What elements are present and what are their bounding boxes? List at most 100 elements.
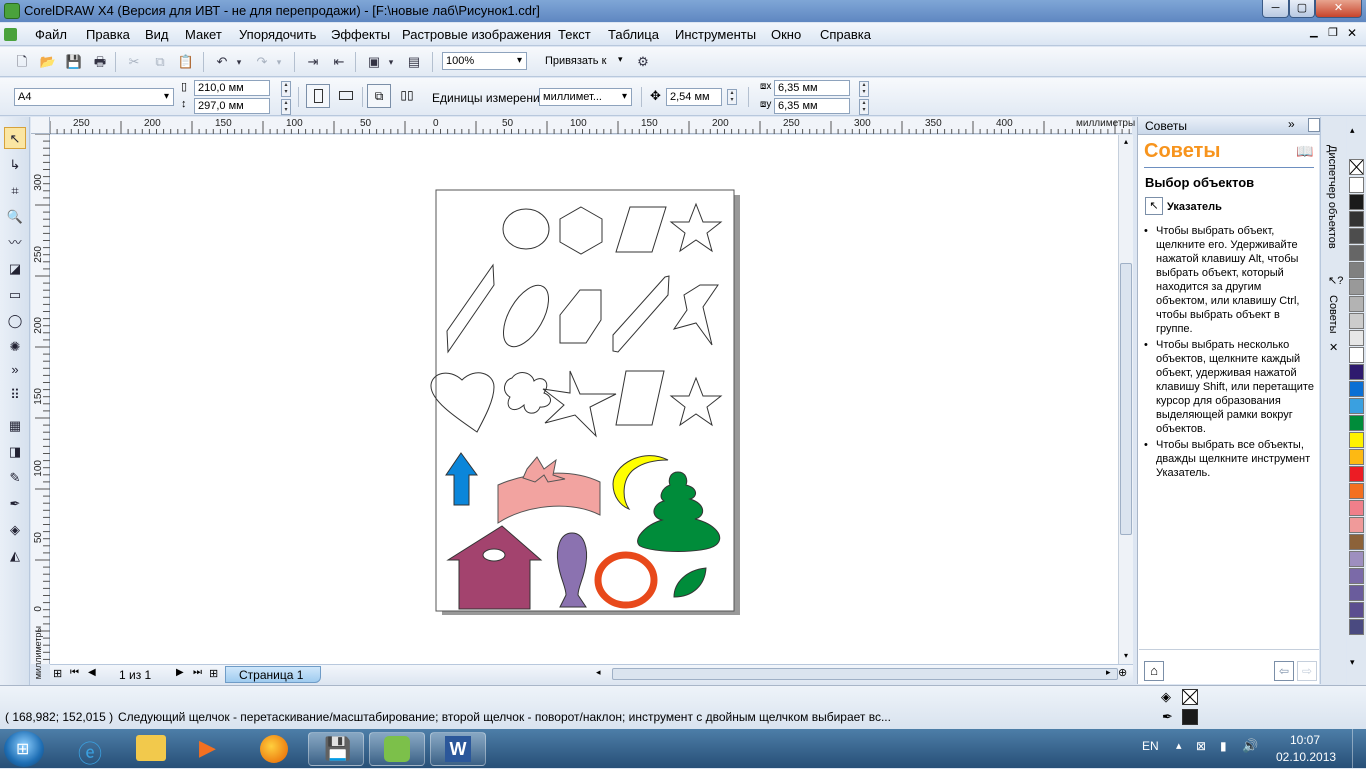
- height-spinner[interactable]: ▴ ▾: [281, 99, 291, 115]
- palette-up-icon[interactable]: ▴: [1350, 125, 1355, 136]
- ellipse-tool-icon[interactable]: ◯: [4, 310, 26, 332]
- menu-effects[interactable]: Эффекты: [331, 27, 390, 42]
- color-swatch[interactable]: [1349, 211, 1364, 227]
- paste-icon[interactable]: 📋: [176, 52, 196, 72]
- scroll-down-icon[interactable]: ▾: [1119, 649, 1133, 663]
- color-swatch[interactable]: [1349, 585, 1364, 601]
- interactive-blend-tool-icon[interactable]: ◨: [4, 441, 26, 463]
- rectangle-tool-icon[interactable]: ▭: [4, 284, 26, 306]
- color-swatch[interactable]: [1349, 551, 1364, 567]
- color-swatch[interactable]: [1349, 602, 1364, 618]
- minimize-button[interactable]: ─: [1262, 0, 1289, 18]
- cut-icon[interactable]: ✂: [124, 52, 144, 72]
- color-swatch[interactable]: [1349, 279, 1364, 295]
- start-button[interactable]: ⊞: [4, 731, 44, 767]
- doc-restore-icon[interactable]: ❐: [1328, 26, 1338, 39]
- more-tools-icon[interactable]: »: [4, 359, 26, 381]
- color-swatch[interactable]: [1349, 177, 1364, 193]
- menu-edit[interactable]: Правка: [86, 27, 130, 42]
- network-status-icon[interactable]: ▮: [1220, 739, 1227, 753]
- outline-color-indicator[interactable]: [1182, 709, 1198, 725]
- color-swatch[interactable]: [1349, 449, 1364, 465]
- taskbar-ie[interactable]: ⓔ: [64, 732, 120, 768]
- import-icon[interactable]: ⇥: [303, 52, 323, 72]
- color-swatch[interactable]: [1349, 347, 1364, 363]
- previous-page-icon[interactable]: ◀: [88, 667, 96, 678]
- outline-tool-icon[interactable]: ✒: [4, 493, 26, 515]
- taskbar-explorer[interactable]: [124, 732, 180, 766]
- color-swatch[interactable]: [1349, 534, 1364, 550]
- export-icon[interactable]: ⇤: [329, 52, 349, 72]
- landscape-button[interactable]: [334, 84, 358, 108]
- language-indicator[interactable]: EN: [1142, 739, 1159, 753]
- scroll-right-icon[interactable]: ▸: [1106, 667, 1111, 678]
- collapse-docker-icon[interactable]: »: [1288, 117, 1295, 131]
- last-page-icon[interactable]: ⏭: [193, 667, 202, 678]
- menu-tools[interactable]: Инструменты: [675, 27, 756, 42]
- undo-dropdown-icon[interactable]: ▾: [233, 52, 245, 72]
- back-arrow-icon[interactable]: ⇦: [1274, 661, 1294, 681]
- color-swatch[interactable]: [1349, 364, 1364, 380]
- docker-minimize-icon[interactable]: [1308, 118, 1320, 132]
- help-book-icon[interactable]: 📖: [1296, 143, 1313, 160]
- color-swatch[interactable]: [1349, 313, 1364, 329]
- dup-x-spinner[interactable]: ▴ ▾: [859, 81, 869, 97]
- show-desktop-button[interactable]: [1352, 729, 1366, 768]
- menu-layout[interactable]: Макет: [185, 27, 222, 42]
- dup-y-spinner[interactable]: ▴ ▾: [859, 99, 869, 115]
- vertical-scrollbar[interactable]: ▴ ▾: [1118, 135, 1133, 664]
- tab-tips[interactable]: Советы: [1327, 295, 1339, 333]
- color-swatch[interactable]: [1349, 381, 1364, 397]
- color-swatch[interactable]: [1349, 398, 1364, 414]
- welcome-screen-icon[interactable]: ▤: [404, 52, 424, 72]
- interactive-fill-tool-icon[interactable]: ◭: [4, 545, 26, 567]
- vertical-ruler[interactable]: 300 250 200 150 100 50 0 миллиметры: [31, 134, 50, 679]
- freehand-tool-icon[interactable]: 〰: [4, 232, 26, 254]
- taskbar-save-tool[interactable]: 💾: [308, 732, 364, 766]
- color-swatch[interactable]: [1349, 330, 1364, 346]
- close-tab-icon[interactable]: ✕: [1329, 341, 1338, 354]
- horizontal-scroll-thumb[interactable]: [612, 668, 1118, 680]
- portrait-button[interactable]: [306, 84, 330, 108]
- page-counter[interactable]: 1 из 1: [119, 668, 151, 682]
- color-swatch[interactable]: [1349, 262, 1364, 278]
- drawing-canvas[interactable]: [50, 135, 1118, 664]
- volume-icon[interactable]: 🔊: [1242, 738, 1258, 754]
- doc-minimize-icon[interactable]: ▁: [1310, 27, 1318, 38]
- color-swatch[interactable]: [1349, 432, 1364, 448]
- add-page-after-icon[interactable]: ⊞: [209, 667, 218, 680]
- duplicate-x-field[interactable]: 6,35 мм: [774, 80, 850, 96]
- polygon-tool-icon[interactable]: ✺: [4, 336, 26, 358]
- home-icon[interactable]: ⌂: [1144, 661, 1164, 681]
- menu-arrange[interactable]: Упорядочить: [239, 27, 316, 42]
- chevron-down-icon[interactable]: ▾: [618, 54, 623, 65]
- nudge-spinner[interactable]: ▴ ▾: [727, 89, 737, 105]
- page-height-field[interactable]: 297,0 мм: [194, 98, 270, 114]
- palette-down-icon[interactable]: ▾: [1350, 657, 1355, 668]
- taskbar-media[interactable]: ▶: [184, 732, 240, 766]
- maximize-button[interactable]: ▢: [1289, 0, 1315, 18]
- color-swatch[interactable]: [1349, 415, 1364, 431]
- close-button[interactable]: ✕: [1315, 0, 1362, 18]
- table-tool-icon[interactable]: ▦: [4, 415, 26, 437]
- menu-view[interactable]: Вид: [145, 27, 169, 42]
- app-menu-icon[interactable]: [4, 28, 17, 41]
- menu-help[interactable]: Справка: [820, 27, 871, 42]
- add-page-before-icon[interactable]: ⊞: [53, 667, 62, 680]
- vertical-scroll-thumb[interactable]: [1120, 263, 1132, 535]
- tab-page-1[interactable]: Страница 1: [225, 666, 321, 683]
- all-pages-button[interactable]: ⧉: [367, 84, 391, 108]
- page-width-field[interactable]: 210,0 мм: [194, 80, 270, 96]
- tray-arrow-icon[interactable]: ▴: [1176, 739, 1182, 752]
- color-swatch[interactable]: [1349, 228, 1364, 244]
- pick-tool-icon[interactable]: ↖: [4, 127, 26, 149]
- taskbar-coreldraw[interactable]: [369, 732, 425, 766]
- launcher-dropdown-icon[interactable]: ▾: [385, 52, 397, 72]
- color-swatch[interactable]: [1349, 466, 1364, 482]
- zoom-tool-icon[interactable]: 🔍: [4, 206, 26, 228]
- ruler-origin[interactable]: [31, 117, 50, 134]
- width-spinner[interactable]: ▴ ▾: [281, 81, 291, 97]
- print-icon[interactable]: 🖶: [90, 52, 110, 72]
- page-size-select[interactable]: A4: [14, 88, 174, 106]
- taskbar-firefox[interactable]: [246, 732, 302, 766]
